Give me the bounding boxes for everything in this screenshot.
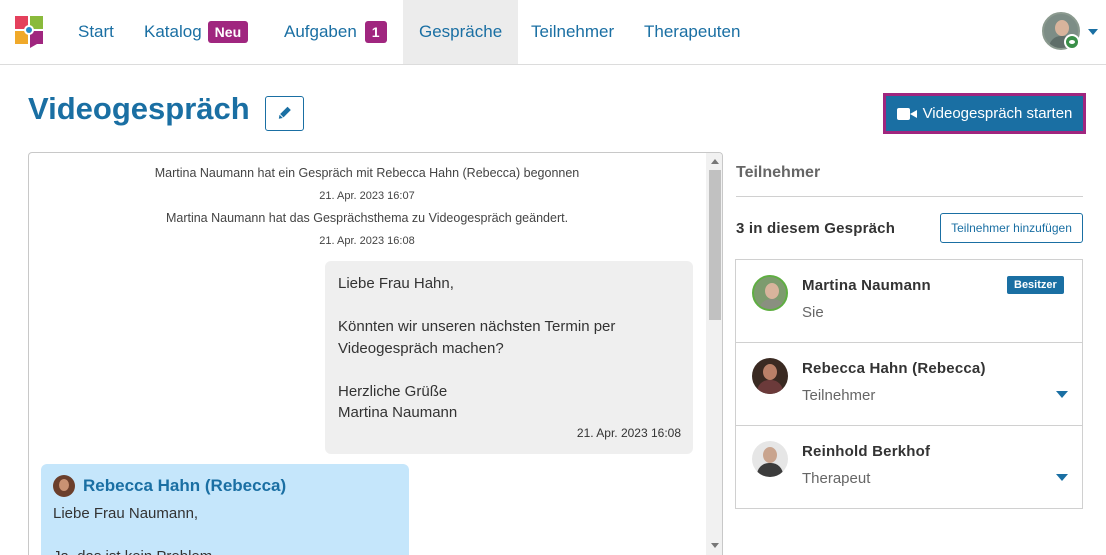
- participant-name: Martina Naumann: [802, 277, 931, 294]
- nav-therapeuten-label: Therapeuten: [644, 22, 741, 41]
- owner-badge: Besitzer: [1007, 276, 1064, 294]
- nav-teilnehmer[interactable]: Teilnehmer: [515, 0, 630, 64]
- edit-title-button[interactable]: [265, 96, 304, 131]
- chevron-down-icon[interactable]: [1056, 474, 1068, 481]
- message-line: Liebe Frau Naumann,: [53, 505, 199, 522]
- participant-name: Rebecca Hahn (Rebecca): [802, 360, 986, 377]
- nav-gespraeche-label: Gespräche: [419, 22, 503, 41]
- system-message-time: 21. Apr. 2023 16:08: [319, 235, 415, 247]
- participant-item[interactable]: Rebecca Hahn (Rebecca) Teilnehmer: [736, 343, 1082, 426]
- video-camera-icon: [896, 107, 917, 120]
- task-count-badge: 1: [364, 20, 387, 43]
- start-video-call-focus-ring: Videogespräch starten: [883, 93, 1086, 134]
- start-video-call-label: Videogespräch starten: [922, 105, 1073, 122]
- participant-avatar: [752, 275, 788, 311]
- message-line: Liebe Frau Hahn,: [338, 275, 454, 292]
- nav-start-label: Start: [78, 22, 114, 41]
- nav-aufgaben[interactable]: Aufgaben 1: [268, 0, 403, 64]
- message-line: Könnten wir unseren nächsten Termin per: [338, 318, 616, 335]
- participant-name: Reinhold Berkhof: [802, 443, 931, 460]
- sender-avatar: [53, 475, 75, 497]
- participant-role: Sie: [802, 304, 824, 321]
- participant-item[interactable]: Martina Naumann Sie Besitzer: [736, 260, 1082, 343]
- participant-role: Teilnehmer: [802, 387, 876, 404]
- chat-panel[interactable]: Martina Naumann hat ein Gespräch mit Reb…: [28, 152, 723, 555]
- message-sender: Rebecca Hahn (Rebecca): [53, 475, 397, 497]
- pencil-icon: [278, 106, 291, 119]
- message-line: Herzliche Grüße: [338, 382, 448, 400]
- nav-teilnehmer-label: Teilnehmer: [531, 22, 615, 41]
- participant-item[interactable]: Reinhold Berkhof Therapeut: [736, 426, 1082, 509]
- top-navigation: Start Katalog Neu Aufgaben 1 Gespräche Tei…: [0, 0, 1106, 65]
- message-line: Martina Naumann: [338, 404, 458, 421]
- participant-avatar: [752, 441, 788, 477]
- nav-start[interactable]: Start: [62, 0, 130, 64]
- message-time: 21. Apr. 2023 16:08: [576, 425, 681, 440]
- page-title: Videogespräch: [28, 91, 250, 126]
- message-line: Ja, das ist kein Problem.: [53, 546, 397, 555]
- participant-avatar: [752, 358, 788, 394]
- new-badge: Neu: [207, 20, 249, 43]
- message-line: Videogespräch machen?: [338, 339, 504, 357]
- participant-count: 3 in diesem Gespräch: [736, 220, 896, 237]
- eye-icon: [1064, 34, 1080, 50]
- system-message-time: 21. Apr. 2023 16:07: [319, 190, 415, 202]
- chevron-down-icon[interactable]: [1088, 29, 1098, 35]
- logo-icon[interactable]: [15, 16, 45, 48]
- scroll-down-arrow[interactable]: [711, 543, 719, 548]
- scroll-up-arrow[interactable]: [711, 159, 719, 164]
- my-message-bubble: Liebe Frau Hahn, Könnten wir unseren näc…: [325, 261, 693, 454]
- nav-katalog-label: Katalog: [144, 22, 202, 41]
- other-message-bubble: Rebecca Hahn (Rebecca) Liebe Frau Nauman…: [41, 464, 409, 555]
- system-message: Martina Naumann hat ein Gespräch mit Reb…: [154, 166, 580, 180]
- nav-aufgaben-label: Aufgaben: [284, 22, 357, 41]
- participant-list: Martina Naumann Sie Besitzer Rebecca Hah…: [735, 259, 1083, 509]
- nav-therapeuten[interactable]: Therapeuten: [628, 0, 756, 64]
- chat-scrollbar[interactable]: [706, 153, 722, 555]
- nav-katalog[interactable]: Katalog Neu: [128, 0, 264, 64]
- nav-gespraeche[interactable]: Gespräche: [403, 0, 519, 64]
- start-video-call-button[interactable]: Videogespräch starten: [886, 96, 1083, 131]
- participant-role: Therapeut: [802, 470, 871, 487]
- divider: [736, 196, 1083, 197]
- scroll-thumb[interactable]: [709, 170, 721, 320]
- system-message: Martina Naumann hat das Gesprächsthema z…: [165, 211, 569, 225]
- sender-name[interactable]: Rebecca Hahn (Rebecca): [83, 476, 286, 496]
- add-participant-button[interactable]: Teilnehmer hinzufügen: [940, 213, 1083, 243]
- participants-title: Teilnehmer: [736, 164, 821, 181]
- chevron-down-icon[interactable]: [1056, 391, 1068, 398]
